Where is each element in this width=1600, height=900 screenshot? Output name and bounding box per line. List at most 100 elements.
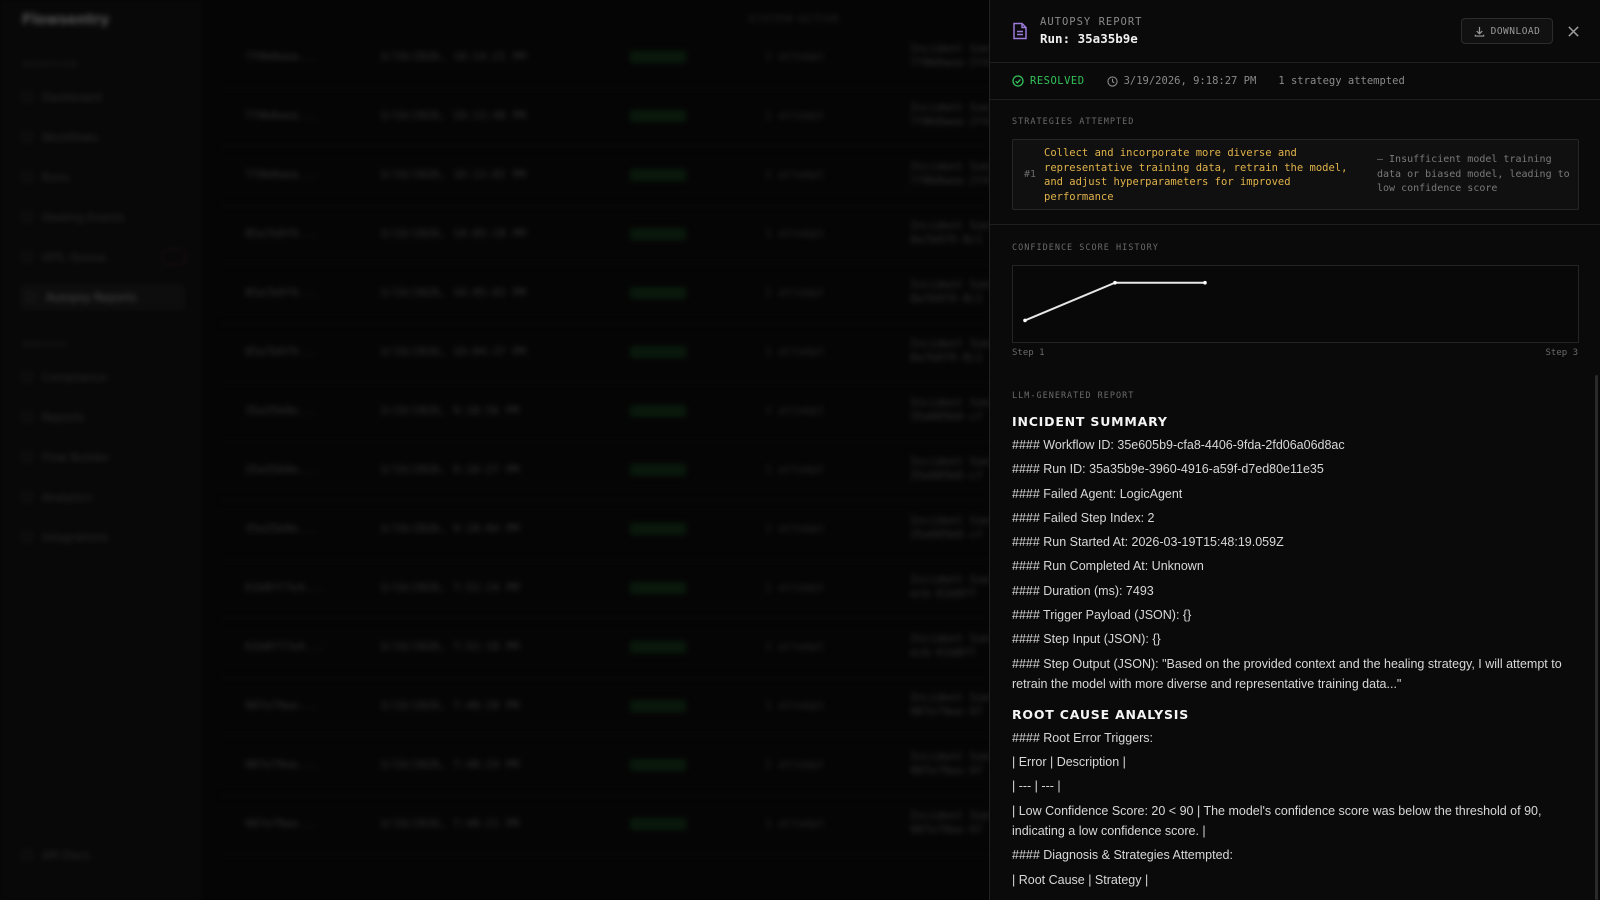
nav-dot-icon [22, 172, 32, 182]
report-line: #### Run ID: 35a35b9e-3960-4916-a59f-d7e… [1012, 462, 1324, 477]
bg-cell-time: 3/19/2026, 7:52:14 PM [380, 581, 520, 594]
report-heading: ROOT CAUSE ANALYSIS [1012, 706, 1189, 722]
nav-dot-icon [22, 452, 32, 462]
bg-table-row: 907e79ee... 3/19/2026, 7:48:28 PM 1 attemp… [220, 679, 990, 737]
bg-cell-detail: Incident Sum 8a7b9f9-8c1 [910, 337, 990, 364]
bg-table-row: 61b8ff7e4... 3/19/2026, 7:52:18 PM 1 attem… [220, 620, 990, 678]
bg-cell-attempts: 1 attempt [765, 817, 825, 830]
bg-cell-id: 35a35b9e... [245, 463, 318, 476]
confidence-point-3 [1203, 280, 1207, 285]
report-line: #### Diagnosis & Strategies Attempted: [1012, 848, 1233, 863]
bg-nav-label: Workflows [42, 130, 99, 144]
bg-cell-status [630, 700, 686, 712]
bg-nav-item: Integrations [22, 524, 187, 550]
bg-cell-id: 61b8ff7e4... [245, 581, 325, 594]
bg-cell-time: 3/19/2026, 10:04:37 PM [380, 345, 526, 358]
strategies-label: STRATEGIES ATTEMPTED [1012, 117, 1135, 127]
bg-table-row: 7f8b0aea... 3/19/2026, 10:14:21 PM 1 attem… [220, 30, 990, 88]
bg-main-table: SYSTEM ACTIVE 7f8b0aea... 3/19/2026, 10:1… [200, 0, 990, 900]
strategy-cause: — Insufficient model training data or bi… [1377, 154, 1570, 194]
nav-dot-icon [22, 92, 32, 102]
strategy-card: #1 Collect and incorporate more diverse … [1012, 139, 1579, 210]
bg-nav-label: API Docs [42, 848, 90, 862]
axis-end-label: Step 3 [1545, 348, 1578, 358]
check-circle-icon [1012, 75, 1024, 87]
bg-cell-id: 907e79ee... [245, 699, 318, 712]
bg-nav-label: Reports [42, 410, 85, 424]
bg-cell-detail: Incident Sum 7f8b0aea-2f4 [910, 42, 990, 69]
report-line: #### Run Completed At: Unknown [1012, 559, 1204, 574]
nav-dot-icon [22, 850, 32, 860]
bg-cell-id: 85a7b9f9... [245, 286, 318, 299]
scrollbar[interactable] [1595, 375, 1598, 900]
status-bar: RESOLVED 3/19/2026, 9:18:27 PM 1 strateg… [990, 63, 1600, 100]
bg-nav-item: Healing Events [22, 204, 187, 230]
bg-cell-attempts: 1 attempt [765, 109, 825, 122]
bg-cell-id: 7f8b0aea... [245, 50, 318, 63]
bg-cell-status [630, 759, 686, 771]
clock-icon [1106, 75, 1118, 87]
bg-cell-attempts: 1 attempt [765, 227, 825, 240]
bg-cell-detail: Incident Sum 907e79ee-97 [910, 750, 990, 777]
bg-cell-detail: Incident Sum 35e605b9-cf [910, 514, 990, 541]
bg-nav-item: Runs [22, 164, 187, 190]
bg-cell-status [630, 51, 686, 63]
bg-cell-id: 35a35b9e... [245, 404, 318, 417]
bg-nav-item: Compliance [22, 364, 187, 390]
status-timestamp: 3/19/2026, 9:18:27 PM [1106, 75, 1257, 87]
report-line: #### Failed Agent: LogicAgent [1012, 486, 1183, 501]
report-heading: INCIDENT SUMMARY [1012, 414, 1168, 429]
bg-cell-attempts: 1 attempt [765, 404, 825, 417]
bg-cell-status [630, 523, 686, 535]
timestamp-text: 3/19/2026, 9:18:27 PM [1123, 75, 1257, 87]
bg-nav-label: Runs [42, 170, 69, 184]
bg-cell-time: 3/19/2026, 7:48:28 PM [380, 699, 520, 712]
bg-table-row: 35a35b9e... 3/19/2026, 9:18:56 PM 1 attemp… [220, 384, 990, 442]
bg-nav-label: Flow Builder [42, 450, 110, 464]
bg-nav-item: API Docs [22, 842, 187, 868]
bg-cell-time: 3/19/2026, 7:48:21 PM [380, 817, 520, 830]
bg-cell-detail: Incident Sum 7f8b0aea-2f4 [910, 160, 990, 187]
bg-nav-label: Healing Events [42, 210, 125, 224]
bg-cell-detail: Incident Sum 35e605b9-cf [910, 455, 990, 482]
bg-table-row: 907e79ee... 3/19/2026, 7:48:21 PM 1 attemp… [220, 797, 990, 855]
report-line: #### Workflow ID: 35e605b9-cfa8-4406-9fd… [1012, 438, 1345, 452]
report-line: #### Run Started At: 2026-03-19T15:48:19… [1012, 535, 1284, 550]
bg-cell-attempts: 1 attempt [765, 286, 825, 299]
strategy-number: #1 [1024, 169, 1037, 180]
bg-nav-badge [161, 249, 187, 265]
bg-nav-label: Dashboard [42, 90, 102, 104]
bg-cell-time: 3/19/2026, 9:18:27 PM [380, 463, 520, 476]
bg-cell-time: 3/19/2026, 9:18:04 PM [380, 522, 520, 535]
bg-cell-status [630, 110, 686, 122]
bg-cell-status [630, 405, 686, 417]
bg-table-row: 61b8ff7e4... 3/19/2026, 7:52:14 PM 1 attem… [220, 561, 990, 619]
bg-cell-status [630, 287, 686, 299]
bg-nav-item: Flow Builder [22, 444, 187, 470]
nav-dot-icon [22, 532, 32, 542]
close-button[interactable] [1563, 21, 1583, 41]
bg-table-row: 7f8b0aea... 3/19/2026, 10:13:02 PM 1 attem… [220, 148, 990, 206]
close-icon [1567, 25, 1579, 37]
confidence-point-2 [1113, 280, 1117, 285]
bg-cell-attempts: 1 attempt [765, 50, 825, 63]
bg-cell-status [630, 169, 686, 181]
bg-table-row: 85a7b9f9... 3/19/2026, 10:05:02 PM 1 attem… [220, 266, 990, 324]
confidence-label: CONFIDENCE SCORE HISTORY [1012, 243, 1159, 253]
bg-cell-status [630, 464, 686, 476]
bg-cell-detail: Incident Sum 907e79ee-97 [910, 809, 990, 836]
bg-section-label: WORKFLOW [22, 60, 78, 69]
bg-brand: Flowsentry [22, 12, 110, 28]
download-button[interactable]: DOWNLOAD [1461, 18, 1553, 44]
bg-cell-status [630, 228, 686, 240]
bg-cell-status [630, 641, 686, 653]
bg-nav-item: Analytics [22, 484, 187, 510]
axis-start-label: Step 1 [1012, 348, 1045, 358]
autopsy-drawer: AUTOPSY REPORT Run: 35a35b9e DOWNLOAD RE… [989, 0, 1600, 900]
bg-cell-attempts: 1 attempt [765, 581, 825, 594]
bg-cell-time: 3/19/2026, 10:13:48 PM [380, 109, 526, 122]
bg-cell-attempts: 1 attempt [765, 522, 825, 535]
header-kicker: AUTOPSY REPORT [1040, 16, 1143, 28]
bg-cell-time: 3/19/2026, 9:18:56 PM [380, 404, 520, 417]
bg-cell-detail: Incident Sum 907e79ee-97 [910, 691, 990, 718]
